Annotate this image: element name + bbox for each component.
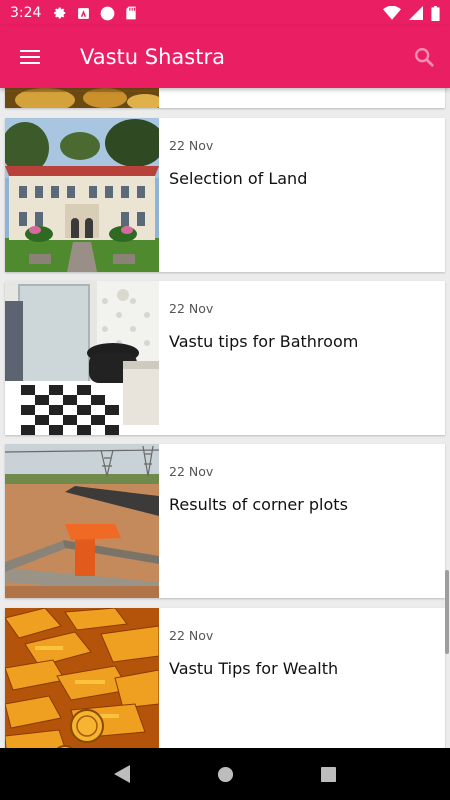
status-bar: 3:24 [0, 0, 450, 26]
home-button-icon[interactable] [217, 766, 234, 783]
article-title: Vastu tips for Bathroom [169, 332, 359, 351]
article-title: Vastu Tips for Wealth [169, 659, 339, 678]
recents-button-icon[interactable] [321, 766, 337, 782]
article-thumbnail [5, 444, 159, 598]
scrollbar-thumb[interactable] [445, 570, 449, 654]
article-thumbnail [5, 118, 159, 272]
article-thumbnail [5, 88, 159, 108]
search-icon [415, 48, 434, 67]
article-card[interactable]: 22 Nov Selection of Land [5, 118, 445, 272]
battery-icon [431, 5, 440, 21]
app-bar: Vastu Shastra [0, 26, 450, 88]
article-card[interactable]: 22 Nov Vastu Tips for Wealth [5, 608, 445, 748]
article-card-partial[interactable] [5, 88, 445, 108]
settings-gear-icon [54, 7, 66, 19]
app-notification-icon [78, 7, 90, 19]
article-thumbnail [5, 281, 159, 435]
sd-card-icon [126, 6, 137, 20]
hamburger-menu-icon [20, 50, 40, 64]
menu-button[interactable] [0, 26, 60, 88]
article-date: 22 Nov [169, 628, 214, 643]
back-button-icon[interactable] [113, 765, 130, 783]
system-nav-bar [0, 748, 450, 800]
article-date: 22 Nov [169, 301, 214, 316]
wifi-icon [383, 6, 401, 20]
cell-signal-icon [409, 6, 423, 20]
article-title: Selection of Land [169, 169, 308, 188]
article-thumbnail [5, 608, 159, 748]
status-time: 3:24 [10, 5, 42, 21]
article-date: 22 Nov [169, 464, 214, 479]
search-button[interactable] [398, 26, 450, 88]
circle-notification-icon [101, 6, 115, 20]
article-card[interactable]: 22 Nov Results of corner plots [5, 444, 445, 598]
app-title: Vastu Shastra [80, 45, 225, 69]
article-list[interactable]: 22 Nov Selection of Land 22 Nov Vastu ti… [0, 88, 450, 748]
article-date: 22 Nov [169, 138, 214, 153]
article-title: Results of corner plots [169, 495, 348, 514]
article-card[interactable]: 22 Nov Vastu tips for Bathroom [5, 281, 445, 435]
